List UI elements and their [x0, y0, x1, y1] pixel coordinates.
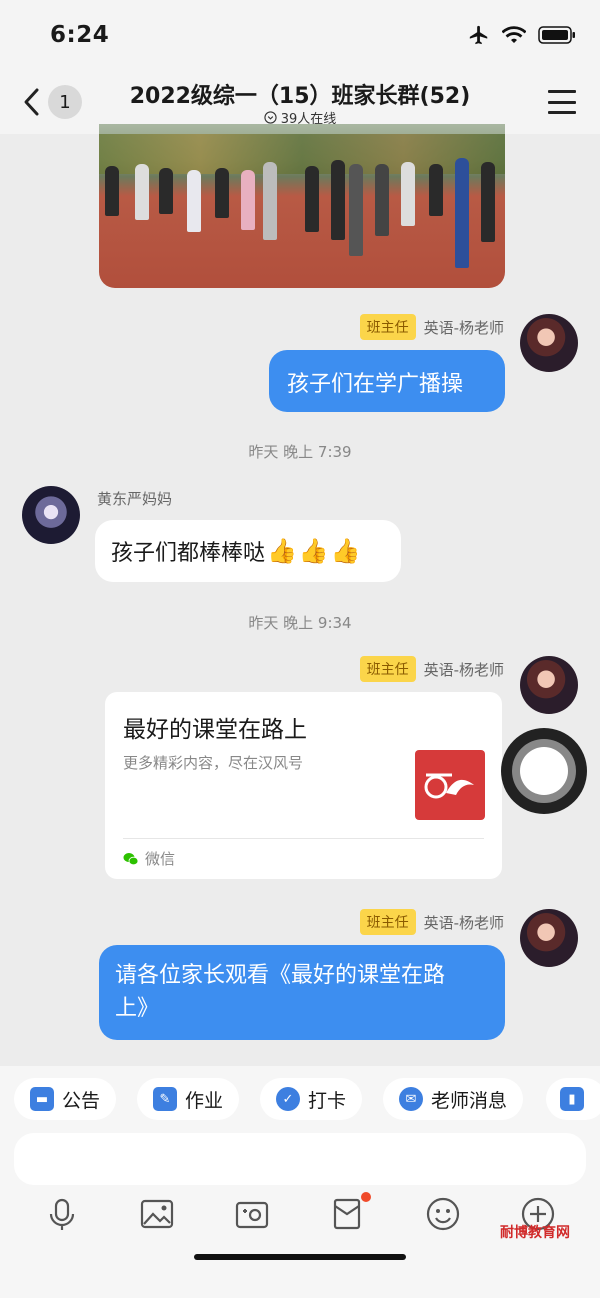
wifi-icon	[502, 26, 526, 43]
link-card[interactable]: 最好的课堂在路上 更多精彩内容，尽在汉风号 微信	[105, 692, 502, 879]
message-bubble[interactable]: 孩子们在学广播操	[269, 350, 505, 412]
notification-dot	[361, 1192, 371, 1202]
message-bubble[interactable]: 请各位家长观看《最好的课堂在路 上》	[99, 945, 505, 1040]
teacher-avatar[interactable]	[520, 909, 578, 967]
quick-action-announcement[interactable]: ▬ 公告	[14, 1078, 117, 1120]
time-separator: 昨天 晚上 7:39	[248, 443, 352, 461]
quick-action-label: 作业	[185, 1089, 224, 1112]
teacher-message-icon: ✉	[399, 1087, 423, 1111]
input-area: ▬ 公告 ✎ 作业 ✓ 打卡 ✉ 老师消息 ▮	[0, 1066, 600, 1298]
thumbs-up-emoji: 👍	[267, 537, 297, 565]
camera-icon[interactable]	[232, 1194, 272, 1234]
message-input[interactable]	[14, 1133, 586, 1185]
role-badge: 班主任	[359, 909, 416, 935]
watermark: 耐博教育网	[500, 1225, 570, 1241]
menu-icon[interactable]	[548, 90, 576, 114]
quick-action-more[interactable]: ▮	[546, 1078, 600, 1120]
sender-row: 班主任 英语-杨老师	[359, 656, 504, 682]
sender-row: 黄东严妈妈	[97, 488, 172, 509]
wechat-icon	[123, 852, 139, 865]
assistive-touch-button[interactable]	[501, 728, 587, 814]
announcement-icon: ▬	[30, 1087, 54, 1111]
book-icon: ▮	[560, 1087, 584, 1111]
card-source-label: 微信	[145, 850, 176, 868]
parent-avatar[interactable]	[22, 486, 80, 544]
sender-name: 英语-杨老师	[423, 913, 504, 932]
message-text: 孩子们都棒棒哒	[111, 541, 266, 566]
emoji-icon[interactable]	[423, 1194, 463, 1234]
checkin-icon: ✓	[276, 1087, 300, 1111]
sender-name: 英语-杨老师	[423, 318, 504, 337]
sender-name: 黄东严妈妈	[97, 490, 173, 508]
sender-row: 班主任 英语-杨老师	[359, 909, 504, 935]
card-title: 最好的课堂在路上	[123, 717, 307, 743]
time-separator: 昨天 晚上 9:34	[248, 614, 352, 632]
battery-icon	[538, 26, 575, 44]
status-icons	[468, 24, 576, 46]
card-description: 更多精彩内容，尽在汉风号	[123, 754, 304, 772]
message-text: 孩子们在学广播操	[287, 372, 464, 397]
thumbs-up-emoji: 👍	[298, 537, 329, 565]
card-source: 微信	[123, 848, 175, 869]
quick-action-teacher-messages[interactable]: ✉ 老师消息	[383, 1078, 524, 1120]
message-bubble[interactable]: 孩子们都棒棒哒 👍 👍 👍	[95, 520, 401, 582]
message-text-line: 请各位家长观看《最好的课堂在路	[115, 963, 446, 988]
quick-action-checkin[interactable]: ✓ 打卡	[260, 1078, 363, 1120]
airplane-icon	[469, 25, 488, 45]
card-logo	[415, 750, 485, 820]
role-badge: 班主任	[359, 656, 416, 682]
home-indicator[interactable]	[194, 1254, 406, 1260]
shared-photo[interactable]	[99, 124, 505, 288]
group-title[interactable]: 2022级综一（15）班家长群(52)	[0, 78, 600, 110]
quick-action-label: 老师消息	[431, 1089, 508, 1112]
quick-action-homework[interactable]: ✎ 作业	[137, 1078, 240, 1120]
quick-action-label: 公告	[62, 1089, 101, 1112]
sender-row: 班主任 英语-杨老师	[359, 314, 504, 340]
image-icon[interactable]	[137, 1194, 177, 1234]
message-text-line: 上》	[115, 996, 160, 1021]
teacher-avatar[interactable]	[520, 656, 578, 714]
quick-action-label: 打卡	[308, 1089, 347, 1112]
sender-name: 英语-杨老师	[423, 660, 504, 679]
status-time: 6:24	[50, 22, 110, 48]
teacher-avatar[interactable]	[520, 314, 578, 372]
mic-icon[interactable]	[42, 1194, 82, 1234]
thumbs-up-emoji: 👍	[330, 537, 361, 565]
homework-icon: ✎	[153, 1087, 177, 1111]
chevron-circle-icon	[264, 111, 277, 124]
status-bar: 6:24	[0, 0, 600, 70]
role-badge: 班主任	[359, 314, 416, 340]
